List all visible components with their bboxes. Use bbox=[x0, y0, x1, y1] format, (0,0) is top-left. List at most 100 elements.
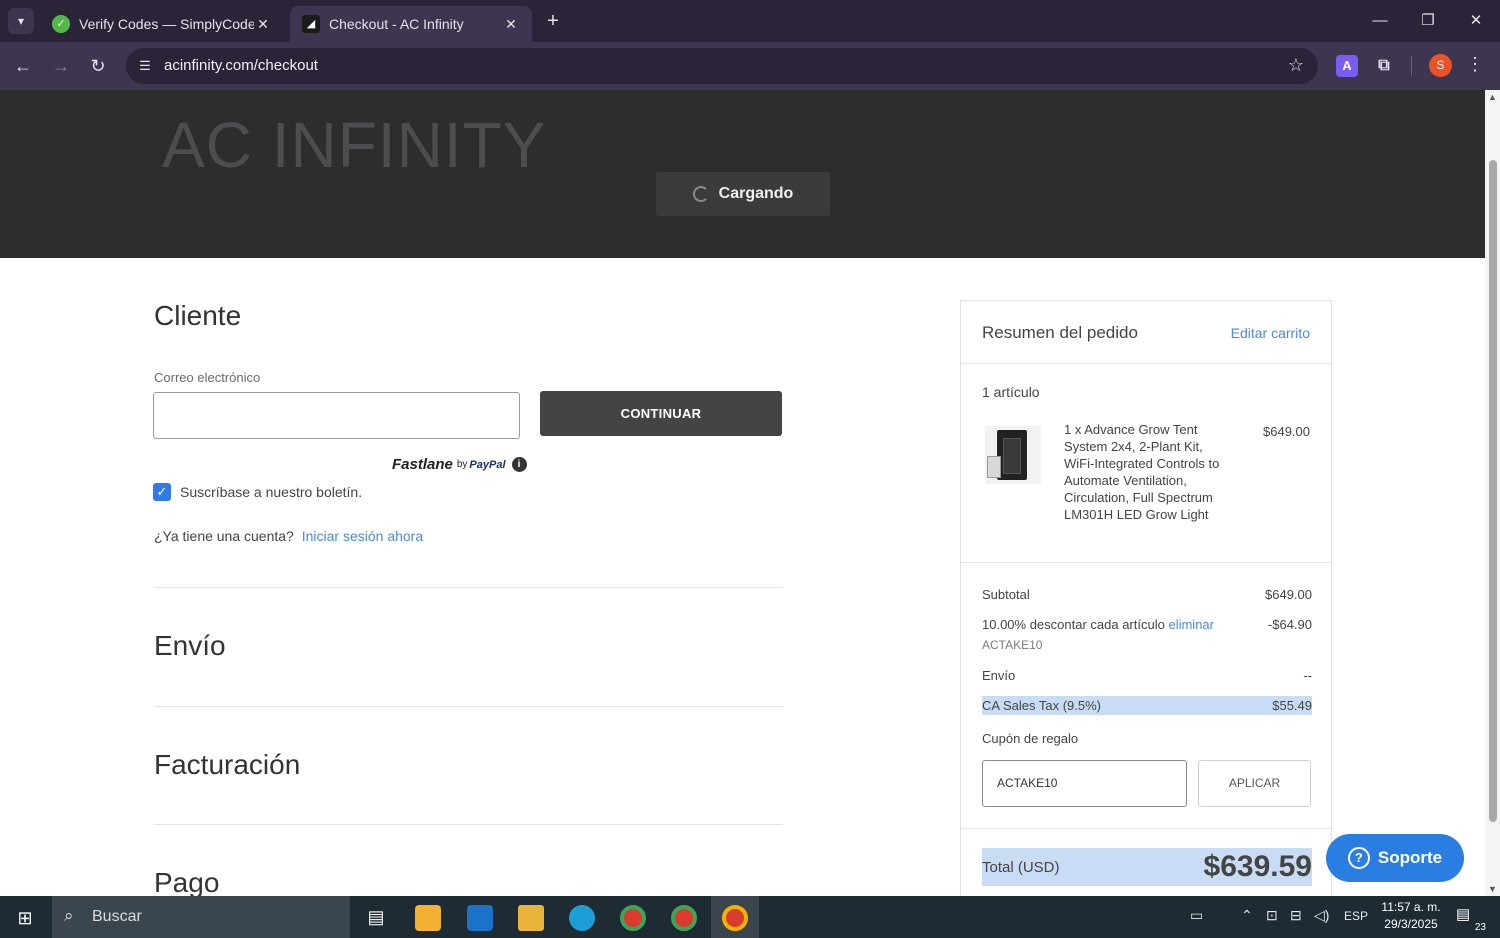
newsletter-checkbox[interactable]: ✓ bbox=[153, 483, 171, 501]
tray-chevron-icon[interactable]: ⌃ bbox=[1241, 907, 1253, 924]
windows-taskbar: ⊞ ⌕ Buscar ▤ ▭ ⌃ ⊡ ⊟ ◁) ESP 11:57 a. m. … bbox=[0, 896, 1500, 938]
info-icon[interactable]: i bbox=[511, 457, 527, 472]
header-banner: AC INFINITY Cargando bbox=[0, 90, 1485, 258]
discount-row: 10.00% descontar cada artículo eliminar … bbox=[982, 617, 1312, 632]
browser-tab-strip: ▾ ✓ Verify Codes — SimplyCodes ✕ ◢ Check… bbox=[0, 0, 1500, 42]
fastlane-by: by bbox=[456, 459, 468, 470]
section-divider bbox=[154, 706, 783, 707]
news-widget-icon[interactable]: ▭ bbox=[1190, 907, 1203, 924]
edge-icon[interactable] bbox=[558, 896, 606, 938]
chrome-icon[interactable] bbox=[660, 896, 708, 938]
product-thumbnail bbox=[985, 426, 1041, 484]
acinfinity-icon: ◢ bbox=[302, 15, 320, 33]
login-link[interactable]: Iniciar sesión ahora bbox=[302, 528, 423, 544]
customer-section-title: Cliente bbox=[154, 300, 242, 331]
remove-discount-link[interactable]: eliminar bbox=[1168, 617, 1214, 632]
loading-indicator: Cargando bbox=[656, 172, 830, 216]
new-tab-button[interactable]: + bbox=[540, 9, 566, 35]
reload-button[interactable]: ↻ bbox=[85, 53, 111, 79]
notification-count: 23 bbox=[1472, 922, 1488, 933]
chrome-s-icon[interactable] bbox=[711, 896, 759, 938]
discount-code: ACTAKE10 bbox=[982, 638, 1043, 652]
fastlane-label: Fastlane bbox=[392, 456, 453, 473]
notifications-icon[interactable]: ▤ 23 bbox=[1456, 905, 1488, 933]
task-view-icon[interactable]: ▤ bbox=[352, 896, 400, 938]
back-button[interactable]: ← bbox=[10, 53, 36, 79]
help-icon: ? bbox=[1347, 847, 1370, 869]
discount-value: -$64.90 bbox=[1267, 617, 1312, 632]
clock-date: 29/3/2025 bbox=[1384, 917, 1438, 931]
brand-logo[interactable]: AC INFINITY bbox=[162, 108, 546, 182]
network-icon[interactable]: ⊟ bbox=[1290, 907, 1302, 924]
windows-start-icon[interactable]: ⊞ bbox=[14, 907, 36, 929]
close-window-button[interactable]: ✕ bbox=[1461, 8, 1491, 34]
summary-divider bbox=[961, 562, 1331, 563]
microsoft-store-icon[interactable] bbox=[404, 896, 452, 938]
fastlane-badge: Fastlane by PayPal i bbox=[392, 456, 527, 473]
minimize-button[interactable]: — bbox=[1365, 8, 1395, 34]
account-question: ¿Ya tiene una cuenta? bbox=[154, 528, 294, 544]
shipping-value: -- bbox=[1303, 668, 1312, 683]
shipping-section-title[interactable]: Envío bbox=[154, 630, 226, 662]
edit-cart-link[interactable]: Editar carrito bbox=[1231, 325, 1310, 341]
extension-a-icon[interactable]: A bbox=[1336, 55, 1358, 77]
summary-title: Resumen del pedido bbox=[982, 323, 1138, 342]
page-scrollbar[interactable]: ▲ ▼ bbox=[1485, 90, 1500, 896]
discount-label: 10.00% descontar cada artículo bbox=[982, 617, 1165, 632]
product-description: 1 x Advance Grow Tent System 2x4, 2-Plan… bbox=[1064, 422, 1220, 522]
shipping-row: Envío -- bbox=[982, 668, 1312, 683]
browser-menu-icon[interactable]: ⋮ bbox=[1466, 54, 1484, 75]
language-indicator[interactable]: ESP bbox=[1344, 909, 1368, 923]
email-field[interactable] bbox=[153, 392, 520, 439]
subtotal-value: $649.00 bbox=[1265, 587, 1312, 602]
tax-value: $55.49 bbox=[1272, 698, 1312, 713]
close-icon[interactable]: ✕ bbox=[502, 16, 520, 33]
newsletter-label: Suscríbase a nuestro boletín. bbox=[180, 484, 363, 500]
browser-toolbar: ← → ↻ ☰ acinfinity.com/checkout ☆ A ⧉ S … bbox=[0, 42, 1500, 90]
file-explorer-icon[interactable] bbox=[507, 896, 555, 938]
tab-checkout[interactable]: ◢ Checkout - AC Infinity ✕ bbox=[290, 6, 532, 42]
total-value: $639.59 bbox=[1203, 850, 1312, 883]
site-settings-icon[interactable]: ☰ bbox=[136, 57, 154, 75]
tax-row: CA Sales Tax (9.5%) $55.49 bbox=[982, 696, 1312, 715]
product-price: $649.00 bbox=[1263, 424, 1310, 439]
billing-section-title[interactable]: Facturación bbox=[154, 749, 300, 781]
support-button[interactable]: ? Soporte bbox=[1326, 834, 1464, 882]
scrollbar-thumb[interactable] bbox=[1489, 160, 1497, 822]
subtotal-row: Subtotal $649.00 bbox=[982, 587, 1312, 602]
bookmark-star-icon[interactable]: ☆ bbox=[1288, 55, 1304, 76]
volume-icon[interactable]: ◁) bbox=[1314, 907, 1329, 924]
extensions-puzzle-icon[interactable]: ⧉ bbox=[1373, 55, 1395, 77]
outlook-icon[interactable] bbox=[456, 896, 504, 938]
tab-search-button[interactable]: ▾ bbox=[8, 8, 34, 34]
tab-title: Verify Codes — SimplyCodes bbox=[79, 16, 254, 32]
total-row: Total (USD) $639.59 bbox=[982, 848, 1312, 886]
gift-coupon-input[interactable]: ACTAKE10 bbox=[982, 760, 1187, 807]
address-bar[interactable]: ☰ acinfinity.com/checkout ☆ bbox=[126, 48, 1318, 84]
item-count: 1 artículo bbox=[982, 384, 1040, 400]
chrome-l-icon[interactable] bbox=[609, 896, 657, 938]
section-divider bbox=[154, 587, 783, 588]
payment-section-title[interactable]: Pago bbox=[154, 867, 219, 896]
continue-button[interactable]: CONTINUAR bbox=[540, 391, 782, 436]
apply-coupon-button[interactable]: APLICAR bbox=[1198, 760, 1311, 807]
system-clock[interactable]: 11:57 a. m. 29/3/2025 bbox=[1376, 899, 1446, 933]
paypal-label: PayPal bbox=[469, 458, 506, 471]
scroll-down-icon[interactable]: ▼ bbox=[1487, 884, 1498, 894]
checkout-page: AC INFINITY Cargando Cliente Correo elec… bbox=[0, 90, 1485, 896]
scroll-up-icon[interactable]: ▲ bbox=[1487, 92, 1498, 102]
forward-button[interactable]: → bbox=[48, 53, 74, 79]
search-icon: ⌕ bbox=[64, 906, 74, 925]
tab-verify-codes[interactable]: ✓ Verify Codes — SimplyCodes ✕ bbox=[40, 6, 284, 42]
profile-avatar[interactable]: S bbox=[1429, 54, 1452, 77]
spinner-icon bbox=[692, 186, 709, 202]
email-label: Correo electrónico bbox=[154, 370, 261, 385]
order-summary: Resumen del pedido Editar carrito 1 artí… bbox=[960, 300, 1332, 896]
taskbar-search[interactable]: ⌕ Buscar bbox=[52, 896, 350, 938]
meet-icon[interactable]: ⊡ bbox=[1266, 907, 1278, 924]
close-icon[interactable]: ✕ bbox=[254, 16, 272, 33]
summary-divider bbox=[961, 363, 1331, 364]
clock-time: 11:57 a. m. bbox=[1381, 900, 1441, 914]
subtotal-label: Subtotal bbox=[982, 587, 1030, 602]
restore-button[interactable]: ❐ bbox=[1413, 8, 1443, 34]
